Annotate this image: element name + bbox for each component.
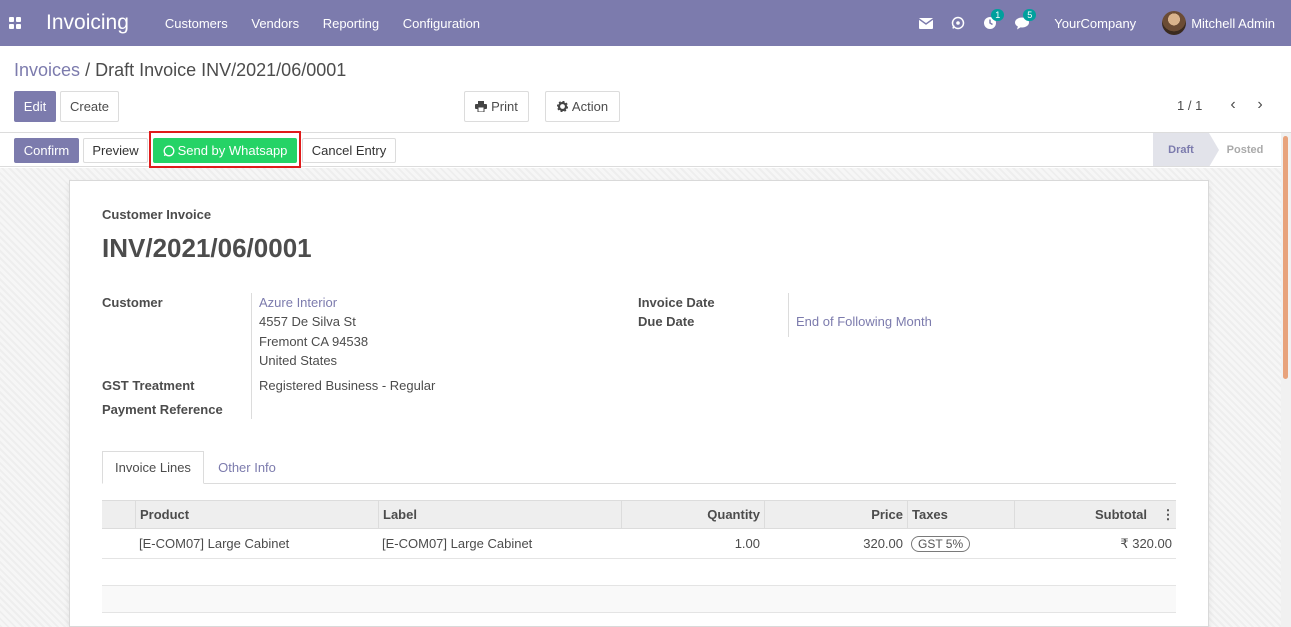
due-date-value[interactable]: End of Following Month <box>796 314 932 329</box>
print-button[interactable]: Print <box>464 91 529 122</box>
user-avatar[interactable] <box>1162 11 1187 35</box>
cell-product: [E-COM07] Large Cabinet <box>139 536 290 551</box>
action-label: Action <box>571 99 609 114</box>
app-title[interactable]: Invoicing <box>46 11 129 35</box>
print-label: Print <box>491 99 518 114</box>
handle-column-header <box>102 501 135 528</box>
printer-icon <box>475 101 488 112</box>
messages-count-badge: 5 <box>1023 9 1037 21</box>
confirm-button[interactable]: Confirm <box>14 138 79 163</box>
empty-row <box>102 586 1176 613</box>
notebook-tabs: Invoice Lines Other Info <box>102 451 1176 484</box>
action-button[interactable]: Action <box>545 91 620 122</box>
due-date-label: Due Date <box>638 314 695 329</box>
payment-reference-label: Payment Reference <box>102 402 223 417</box>
breadcrumb-separator: / <box>85 60 91 80</box>
whatsapp-icon[interactable] <box>950 15 966 31</box>
field-divider <box>251 293 252 419</box>
gst-treatment-value: Registered Business - Regular <box>259 378 436 393</box>
main-menu: Customers Vendors Reporting Configuratio… <box>165 16 500 31</box>
cancel-entry-button[interactable]: Cancel Entry <box>302 138 396 163</box>
address-line-2: Fremont CA 94538 <box>259 334 369 349</box>
cell-quantity: 1.00 <box>734 536 760 551</box>
menu-vendors[interactable]: Vendors <box>251 16 299 31</box>
stage-posted: Posted <box>1226 143 1264 156</box>
invoice-sheet: Customer Invoice INV/2021/06/0001 Custom… <box>69 180 1209 627</box>
pager-next-icon[interactable]: › <box>1253 96 1267 114</box>
table-row[interactable]: [E-COM07] Large Cabinet [E-COM07] Large … <box>102 529 1176 559</box>
preview-button[interactable]: Preview <box>83 138 148 163</box>
column-taxes[interactable]: Taxes <box>907 501 1014 528</box>
pager-previous-icon[interactable]: ‹ <box>1226 96 1240 114</box>
top-navbar: Invoicing Customers Vendors Reporting Co… <box>0 0 1291 46</box>
edit-button[interactable]: Edit <box>14 91 56 122</box>
menu-reporting[interactable]: Reporting <box>323 16 379 31</box>
column-product[interactable]: Product <box>135 501 378 528</box>
column-subtotal[interactable]: Subtotal <box>1014 501 1151 528</box>
invoice-number: INV/2021/06/0001 <box>102 233 312 263</box>
address-line-3: United States <box>259 353 338 368</box>
activity-count-badge: 1 <box>991 9 1005 21</box>
cell-taxes: GST 5% <box>907 529 1014 558</box>
breadcrumb-current: Draft Invoice INV/2021/06/0001 <box>95 60 347 80</box>
navbar-systray: 1 5 YourCompany Mitchell Admin <box>910 0 1291 46</box>
apps-menu-icon[interactable] <box>9 17 21 29</box>
breadcrumb: Invoices / Draft Invoice INV/2021/06/000… <box>14 60 346 81</box>
column-quantity[interactable]: Quantity <box>621 501 764 528</box>
breadcrumb-invoices-link[interactable]: Invoices <box>14 60 80 80</box>
column-label[interactable]: Label <box>378 501 621 528</box>
tab-invoice-lines[interactable]: Invoice Lines <box>102 451 204 484</box>
customer-link[interactable]: Azure Interior <box>259 295 337 310</box>
create-button[interactable]: Create <box>60 91 119 122</box>
cell-price: 320.00 <box>863 536 903 551</box>
customer-label: Customer <box>102 295 163 310</box>
activity-clock-icon[interactable]: 1 <box>982 9 1005 31</box>
menu-configuration[interactable]: Configuration <box>403 16 480 31</box>
envelope-icon[interactable] <box>918 15 934 31</box>
invoice-date-label: Invoice Date <box>638 295 715 310</box>
stage-draft: Draft <box>1153 133 1209 166</box>
address-line-1: 4557 De Silva St <box>259 314 356 329</box>
empty-row <box>102 559 1176 586</box>
cell-subtotal: ₹ 320.00 <box>1120 535 1172 551</box>
scrollbar-thumb[interactable] <box>1283 136 1288 379</box>
gear-icon <box>556 101 568 112</box>
company-switcher[interactable]: YourCompany <box>1054 16 1136 31</box>
gst-treatment-label: GST Treatment <box>102 378 195 393</box>
column-price[interactable]: Price <box>764 501 907 528</box>
invoice-type-label: Customer Invoice <box>102 207 212 222</box>
menu-customers[interactable]: Customers <box>165 16 228 31</box>
cell-label: [E-COM07] Large Cabinet <box>382 536 533 551</box>
optional-columns-icon[interactable]: ⋮ <box>1160 501 1176 528</box>
field-divider <box>788 293 789 337</box>
table-header: Product Label Quantity Price Taxes Subto… <box>102 500 1176 529</box>
tab-other-info[interactable]: Other Info <box>204 451 290 484</box>
messages-icon[interactable]: 5 <box>1014 9 1037 31</box>
tax-badge: GST 5% <box>911 535 971 552</box>
highlight-box <box>149 131 301 168</box>
pager-value[interactable]: 1 / 1 <box>1177 98 1202 113</box>
user-menu[interactable]: Mitchell Admin <box>1191 16 1275 31</box>
